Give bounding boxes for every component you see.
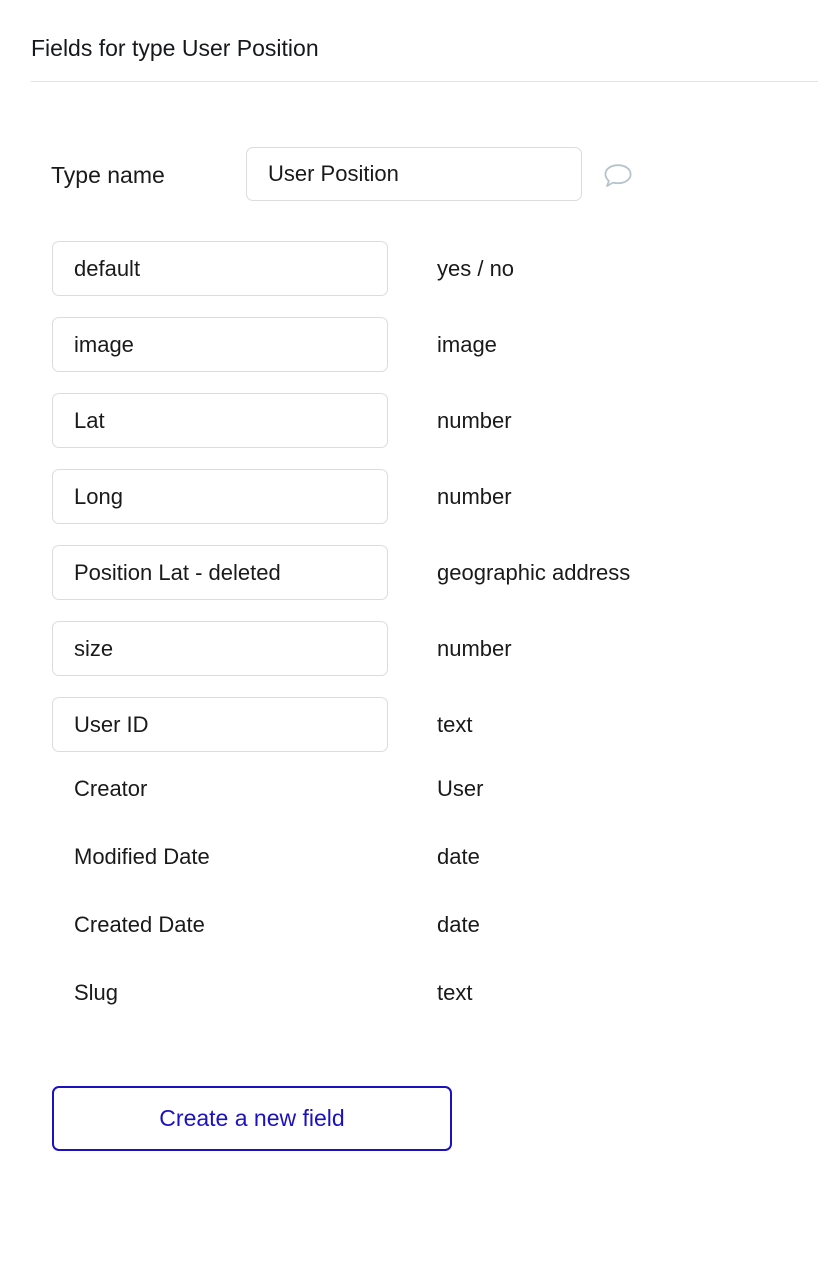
page-title: Fields for type User Position (31, 35, 319, 61)
panel-header: Fields for type User Position (0, 0, 824, 82)
field-name-label: Creator (74, 776, 148, 801)
field-type-label: User (437, 776, 484, 801)
field-name-input[interactable] (52, 241, 388, 296)
field-name-label: Modified Date (74, 844, 210, 869)
field-row: Slug text (0, 977, 824, 1009)
field-type-label: date (437, 844, 480, 869)
field-row: Modified Date date (0, 841, 824, 873)
field-row: yes / no (0, 241, 824, 296)
field-row: number (0, 469, 824, 524)
field-name-input[interactable] (52, 621, 388, 676)
field-row: number (0, 621, 824, 676)
field-type-label: geographic address (437, 559, 631, 585)
type-name-row: Type name (0, 147, 824, 203)
fields-list: yes / no image number number geographic addr… (0, 241, 824, 1045)
field-name-label: Slug (74, 980, 119, 1005)
field-name-label: Created Date (74, 912, 205, 937)
field-type-label: number (437, 407, 512, 433)
field-row: Created Date date (0, 909, 824, 941)
field-type-label: number (437, 635, 512, 661)
field-row: image (0, 317, 824, 372)
field-row: number (0, 393, 824, 448)
field-type-label: text (437, 711, 473, 737)
field-name-input[interactable] (52, 393, 388, 448)
fields-for-type-panel: Fields for type User Position Type name … (0, 0, 824, 1266)
field-row: text (0, 697, 824, 752)
create-a-new-field-button[interactable]: Create a new field (52, 1086, 452, 1151)
field-row: geographic address (0, 545, 824, 600)
field-name-input[interactable] (52, 697, 388, 752)
header-divider (31, 81, 818, 82)
field-name-input[interactable] (52, 469, 388, 524)
type-name-label: Type name (51, 162, 165, 188)
field-name-input[interactable] (52, 317, 388, 372)
field-type-label: date (437, 912, 480, 937)
field-type-label: image (437, 331, 497, 357)
field-type-label: yes / no (437, 255, 515, 281)
field-name-input[interactable] (52, 545, 388, 600)
field-row: Creator User (0, 773, 824, 805)
field-type-label: number (437, 483, 512, 509)
type-name-input[interactable] (246, 147, 582, 201)
field-type-label: text (437, 980, 473, 1005)
comment-bubble-icon[interactable] (601, 161, 635, 191)
